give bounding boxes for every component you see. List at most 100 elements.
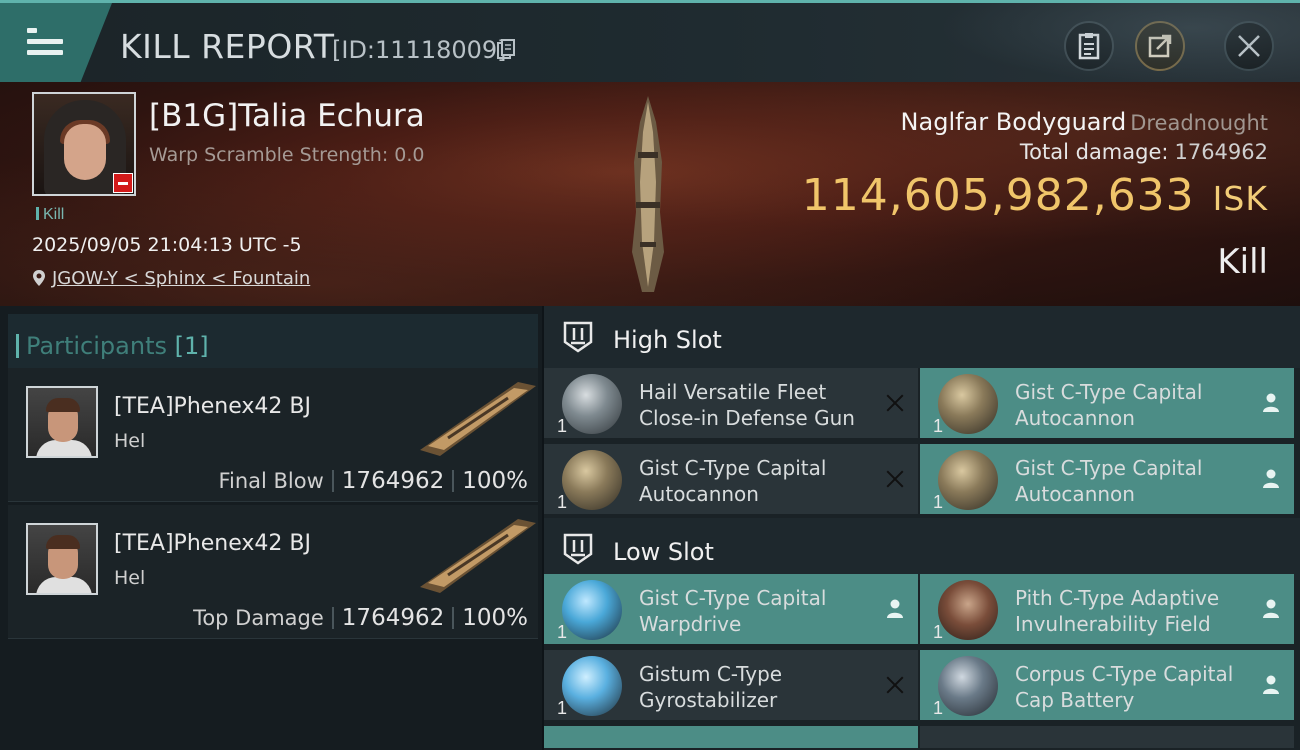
module-item-partial[interactable]	[544, 726, 918, 750]
menu-button[interactable]	[0, 3, 112, 82]
module-item[interactable]: 1 Gist C-Type Capital Autocannon	[920, 444, 1294, 516]
kill-datetime: 2025/09/05 21:04:13 UTC -5	[32, 234, 302, 256]
participant-ship: Hel	[114, 567, 146, 589]
victim-avatar[interactable]	[32, 92, 136, 196]
clipboard-button[interactable]	[1064, 21, 1114, 71]
isk-unit: ISK	[1212, 179, 1268, 218]
participant-stats: Top Damage 1764962 100%	[193, 605, 528, 631]
participants-header: Participants [1]	[8, 314, 538, 372]
shield-field-icon	[938, 580, 998, 640]
destroyed-icon	[884, 674, 906, 696]
module-qty: 1	[557, 416, 568, 436]
dropped-person-icon	[1263, 675, 1279, 694]
kill-report-id: [ID:11118009]	[332, 36, 507, 64]
module-item[interactable]: 1 Gist C-Type Capital Autocannon	[544, 444, 918, 516]
module-name: Gist C-Type Capital Autocannon	[1015, 380, 1203, 430]
destroyed-icon	[884, 468, 906, 490]
gyrostabilizer-icon	[562, 656, 622, 716]
participant-role: Top Damage	[193, 606, 324, 630]
module-qty: 1	[557, 622, 568, 642]
participant-percent: 100%	[462, 605, 528, 631]
module-qty: 1	[933, 622, 944, 642]
warp-scramble-strength: Warp Scramble Strength: 0.0	[149, 144, 425, 166]
destroyed-icon	[884, 392, 906, 414]
participant-percent: 100%	[462, 468, 528, 494]
defense-gun-icon	[562, 374, 622, 434]
close-icon	[1238, 35, 1260, 57]
module-name: Gist C-Type Capital Autocannon	[1015, 456, 1203, 506]
title-bar: KILL REPORT [ID:11118009]	[0, 0, 1300, 85]
low-slot-header: Low Slot	[544, 518, 1300, 580]
module-name: Gist C-Type Capital Autocannon	[639, 456, 827, 506]
participant-row[interactable]: [TEA]Phenex42 BJ Hel Top Damage 1764962 10…	[8, 505, 538, 639]
isk-amount: 114,605,982,633	[801, 170, 1195, 221]
module-name: Corpus C-Type Capital Cap Battery	[1015, 662, 1234, 712]
autocannon-icon	[938, 374, 998, 434]
participant-row[interactable]: [TEA]Phenex42 BJ Hel Final Blow 1764962 10…	[8, 368, 538, 502]
participant-name: [TEA]Phenex42 BJ	[114, 531, 311, 556]
warpdrive-icon	[562, 580, 622, 640]
high-slot-icon	[563, 321, 593, 353]
participant-ship: Hel	[114, 430, 146, 452]
module-item-partial[interactable]	[920, 726, 1294, 750]
kill-tag: Kill	[36, 206, 64, 224]
autocannon-icon	[562, 450, 622, 510]
victim-name[interactable]: [B1G]Talia Echura	[149, 98, 425, 134]
module-item[interactable]: 1 Gist C-Type Capital Autocannon	[920, 368, 1294, 440]
copy-icon[interactable]	[497, 39, 515, 59]
total-damage-value: 1764962	[1174, 140, 1268, 164]
module-name: Gistum C-Type Gyrostabilizer	[639, 662, 783, 712]
module-name: Gist C-Type Capital Warpdrive	[639, 586, 827, 636]
share-button[interactable]	[1135, 21, 1185, 71]
kill-result: Kill	[1217, 242, 1268, 282]
high-slot-label: High Slot	[613, 326, 722, 354]
participant-avatar[interactable]	[26, 523, 98, 595]
module-qty: 1	[933, 492, 944, 512]
participant-stats: Final Blow 1764962 100%	[218, 468, 528, 494]
participants-count: [1]	[174, 332, 209, 360]
high-slot-header: High Slot	[544, 306, 1300, 368]
clipboard-icon	[1078, 33, 1100, 60]
participants-panel: Participants [1] [TEA]Phenex42 BJ Hel Fi…	[0, 306, 542, 750]
module-qty: 1	[933, 698, 944, 718]
participant-avatar[interactable]	[26, 386, 98, 458]
module-item[interactable]: 1 Pith C-Type Adaptive Invulnerability F…	[920, 574, 1294, 646]
participants-label: Participants [1]	[16, 332, 209, 360]
victim-panel: [B1G]Talia Echura Warp Scramble Strength…	[0, 82, 1300, 306]
participant-ship-image	[420, 519, 536, 593]
participant-role: Final Blow	[218, 469, 324, 493]
dropped-person-icon	[1263, 469, 1279, 488]
participant-name: [TEA]Phenex42 BJ	[114, 394, 311, 419]
low-slot-icon	[563, 533, 593, 565]
standing-negative-icon	[113, 173, 133, 193]
dropped-person-icon	[1263, 393, 1279, 412]
module-item[interactable]: 1 Hail Versatile Fleet Close-in Defense …	[544, 368, 918, 440]
dropped-person-icon	[887, 599, 903, 618]
share-icon	[1148, 34, 1172, 58]
victim-ship[interactable]: Naglfar Bodyguard Dreadnought	[901, 108, 1268, 136]
victim-ship-name: Naglfar Bodyguard	[900, 108, 1127, 136]
kill-location: JGOW-Y < Sphinx < Fountain	[32, 268, 310, 289]
page-title: KILL REPORT	[120, 27, 335, 66]
total-damage-label: Total damage:	[1019, 140, 1169, 164]
close-button[interactable]	[1224, 21, 1274, 71]
low-slot-label: Low Slot	[613, 538, 714, 566]
module-item[interactable]: 1 Corpus C-Type Capital Cap Battery	[920, 650, 1294, 722]
module-qty: 1	[557, 698, 568, 718]
module-item[interactable]: 1 Gist C-Type Capital Warpdrive	[544, 574, 918, 646]
location-pin-icon	[33, 270, 45, 286]
participant-ship-image	[420, 382, 536, 456]
hamburger-menu-icon	[27, 28, 63, 56]
location-link[interactable]: JGOW-Y < Sphinx < Fountain	[52, 268, 310, 289]
participant-damage: 1764962	[341, 605, 445, 631]
autocannon-icon	[938, 450, 998, 510]
victim-ship-image	[632, 96, 664, 292]
victim-ship-class: Dreadnought	[1130, 111, 1268, 135]
fitting-panel: High Slot 1 Hail Versatile Fleet Close-i…	[544, 306, 1300, 750]
isk-value: 114,605,982,633 ISK	[802, 170, 1268, 221]
cap-battery-icon	[938, 656, 998, 716]
dropped-person-icon	[1263, 599, 1279, 618]
module-item[interactable]: 1 Gistum C-Type Gyrostabilizer	[544, 650, 918, 722]
module-name: Hail Versatile Fleet Close-in Defense Gu…	[639, 380, 855, 430]
module-qty: 1	[933, 416, 944, 436]
